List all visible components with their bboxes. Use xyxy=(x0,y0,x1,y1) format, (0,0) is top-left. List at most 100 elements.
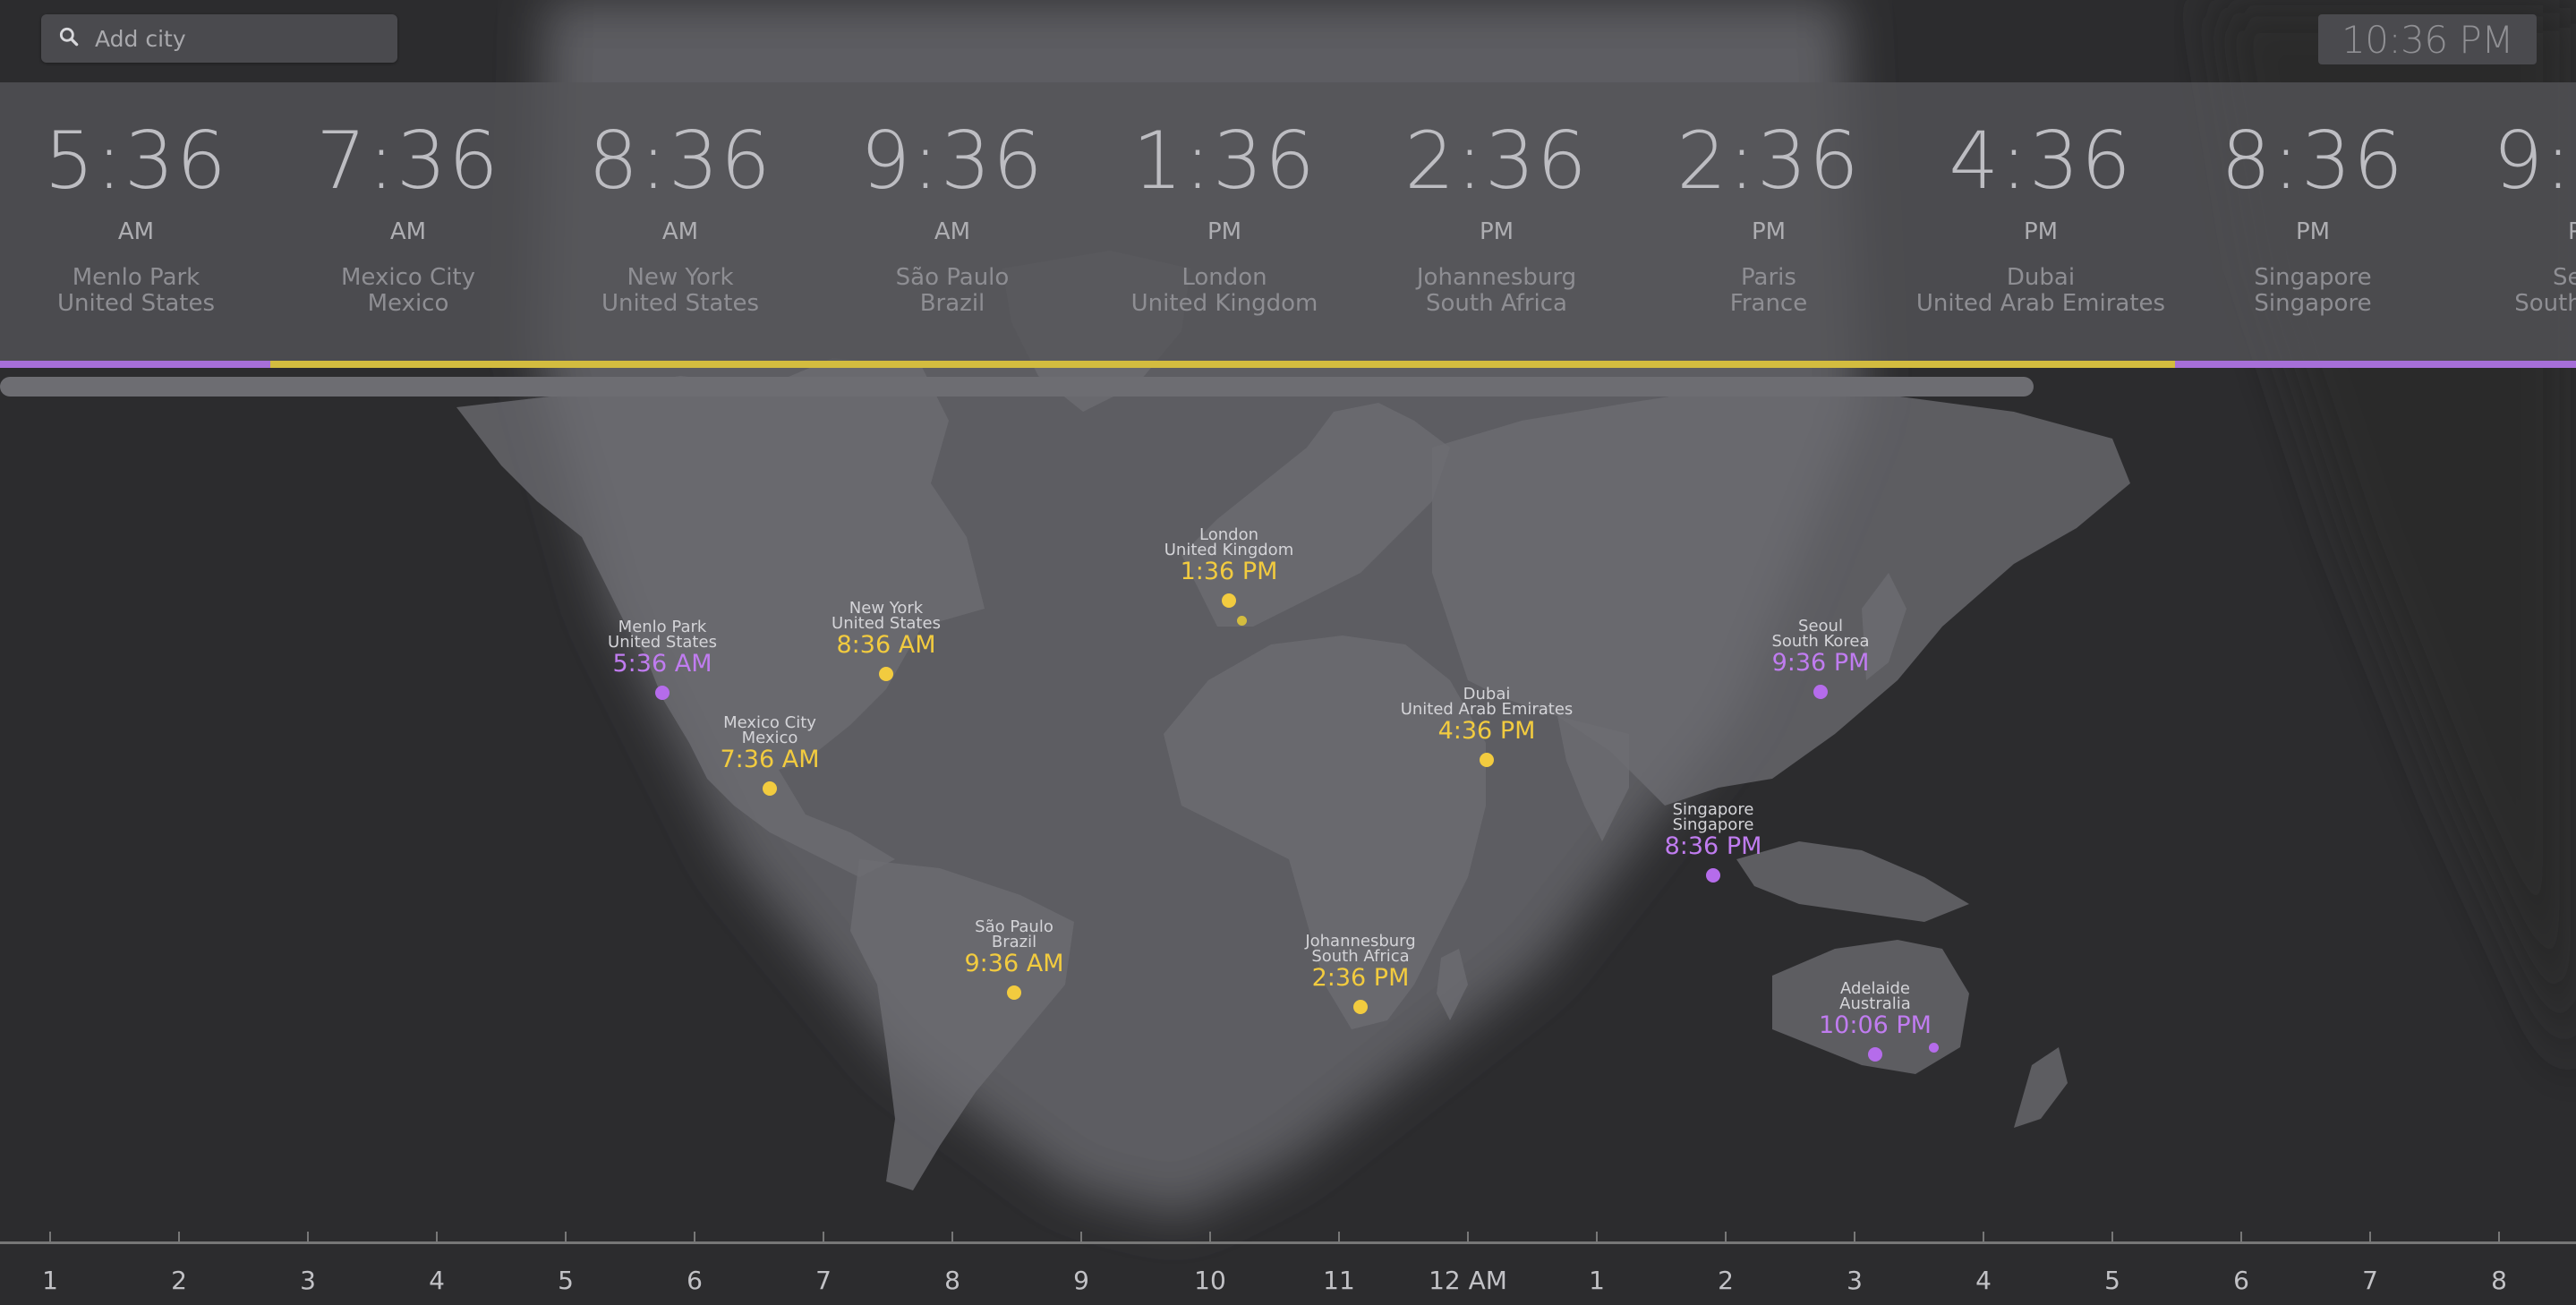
timeline-tick xyxy=(1467,1232,1469,1242)
pin-time: 7:36 AM xyxy=(720,746,820,773)
timeline-tick xyxy=(2111,1232,2113,1242)
city-country: United Kingdom xyxy=(1130,290,1318,317)
timeline-hour-label[interactable]: 1 xyxy=(0,1266,104,1295)
timeline-hour-label[interactable]: 9 xyxy=(1028,1266,1135,1295)
timeline-hour-label[interactable]: 8 xyxy=(899,1266,1006,1295)
city-time: 5:36 xyxy=(44,115,228,207)
pin-country: South Korea xyxy=(1771,632,1870,651)
city-card-menlo-park[interactable]: 5:36 AM Menlo Park United States xyxy=(0,82,272,362)
city-card-singapore[interactable]: 8:36 PM Singapore Singapore xyxy=(2177,82,2449,362)
timeline-hour-label[interactable]: 3 xyxy=(1801,1266,1908,1295)
pin-country: United States xyxy=(608,633,717,652)
city-ampm: PM xyxy=(2295,218,2331,245)
timeline-tick xyxy=(2498,1232,2500,1242)
timeline-tick xyxy=(694,1232,695,1242)
city-name: Mexico City xyxy=(340,264,475,291)
pin-country: Australia xyxy=(1839,994,1911,1013)
timeline-hour-label[interactable]: 11 xyxy=(1285,1266,1393,1295)
city-ampm: PM xyxy=(1207,218,1242,245)
search-input[interactable] xyxy=(93,24,383,53)
city-name: London xyxy=(1181,264,1267,291)
timeline-hour-label[interactable]: 10 xyxy=(1156,1266,1264,1295)
search-icon xyxy=(57,25,81,52)
city-time: 1:36 xyxy=(1132,115,1317,207)
city-country: Mexico xyxy=(367,290,449,317)
city-card-new-york[interactable]: 8:36 AM New York United States xyxy=(544,82,816,362)
timeline-hour-label[interactable]: 5 xyxy=(2059,1266,2166,1295)
horizontal-scrollbar[interactable] xyxy=(0,377,2034,397)
map-dot-paris[interactable] xyxy=(1237,616,1247,626)
city-card-dubai[interactable]: 4:36 PM Dubai United Arab Emirates xyxy=(1905,82,2177,362)
city-time: 8:36 xyxy=(588,115,772,207)
pin-time: 8:36 AM xyxy=(836,631,936,659)
city-country: United States xyxy=(601,290,760,317)
pin-dot xyxy=(1706,868,1720,883)
city-name: Dubai xyxy=(2006,264,2076,291)
pin-country: South Africa xyxy=(1311,947,1410,966)
city-country: United Arab Emirates xyxy=(1915,290,2166,317)
timeline-tick xyxy=(1854,1232,1855,1242)
city-time: 9:36 xyxy=(860,115,1045,207)
day-indicator xyxy=(270,361,2175,368)
timeline-hour-label[interactable]: 2 xyxy=(1672,1266,1779,1295)
city-card-london[interactable]: 1:36 PM London United Kingdom xyxy=(1088,82,1361,362)
timeline-hour-label[interactable]: 1 xyxy=(1543,1266,1651,1295)
timeline-tick xyxy=(565,1232,567,1242)
timeline-tick xyxy=(1725,1232,1727,1242)
city-name: Paris xyxy=(1741,264,1796,291)
pin-dot xyxy=(1007,985,1021,1000)
timeline-hour-label[interactable]: 5 xyxy=(512,1266,619,1295)
timeline-tick xyxy=(2369,1232,2371,1242)
pin-country: United Kingdom xyxy=(1164,541,1294,559)
search-box[interactable] xyxy=(41,14,397,63)
city-card-seoul[interactable]: 9:36 PM Seoul South Korea xyxy=(2449,82,2576,362)
city-card-sao-paulo[interactable]: 9:36 AM São Paulo Brazil xyxy=(816,82,1088,362)
current-time-clock: 10:36 PM xyxy=(2318,14,2537,64)
city-time: 7:36 xyxy=(316,115,500,207)
city-ampm: PM xyxy=(1751,218,1787,245)
city-card-paris[interactable]: 2:36 PM Paris France xyxy=(1633,82,1905,362)
timeline-hour-label[interactable]: 2 xyxy=(125,1266,233,1295)
timeline-tick xyxy=(1080,1232,1082,1242)
city-country: South Africa xyxy=(1426,290,1567,317)
pin-dot xyxy=(879,667,893,681)
timeline-axis xyxy=(0,1241,2576,1244)
city-ampm: PM xyxy=(2023,218,2059,245)
pin-dot xyxy=(1868,1047,1882,1062)
timeline-hour-label[interactable]: 7 xyxy=(2316,1266,2424,1295)
timeline-hour-label[interactable]: 4 xyxy=(383,1266,490,1295)
pin-country: United Arab Emirates xyxy=(1400,700,1574,719)
pin-time: 8:36 PM xyxy=(1664,832,1762,860)
city-ampm: AM xyxy=(934,218,971,245)
city-country: United States xyxy=(56,290,216,317)
pin-country: Singapore xyxy=(1672,815,1754,834)
pin-time: 9:36 PM xyxy=(1771,649,1870,677)
pin-time: 5:36 AM xyxy=(612,650,712,678)
timeline-tick xyxy=(2240,1232,2242,1242)
city-card-johannesburg[interactable]: 2:36 PM Johannesburg South Africa xyxy=(1361,82,1633,362)
timeline-hour-label[interactable]: 3 xyxy=(254,1266,362,1295)
city-name: New York xyxy=(627,264,734,291)
city-time: 8:36 xyxy=(2221,115,2405,207)
city-ampm: AM xyxy=(661,218,699,245)
timeline-hour-label[interactable]: 6 xyxy=(2188,1266,2295,1295)
pin-country: United States xyxy=(832,614,941,633)
pin-time: 2:36 PM xyxy=(1311,964,1410,992)
timeline-tick xyxy=(178,1232,180,1242)
city-ampm: PM xyxy=(2567,218,2576,245)
city-country: South Korea xyxy=(2514,290,2576,317)
timeline-hour-label[interactable]: 7 xyxy=(770,1266,877,1295)
timeline-tick xyxy=(307,1232,309,1242)
timeline-hour-label[interactable]: 6 xyxy=(641,1266,748,1295)
city-name: Singapore xyxy=(2254,264,2372,291)
timeline-hour-label[interactable]: 8 xyxy=(2445,1266,2553,1295)
timeline-hour-label[interactable]: 4 xyxy=(1930,1266,2037,1295)
city-card-mexico-city[interactable]: 7:36 AM Mexico City Mexico xyxy=(272,82,544,362)
pin-dot xyxy=(1222,593,1236,608)
city-country: Brazil xyxy=(919,290,985,317)
timeline-hour-label[interactable]: 12 AM xyxy=(1414,1266,1522,1295)
timeline-tick xyxy=(823,1232,824,1242)
pin-time: 4:36 PM xyxy=(1437,717,1536,745)
map-dot-sydney[interactable] xyxy=(1929,1043,1939,1053)
pin-dot xyxy=(655,686,670,700)
